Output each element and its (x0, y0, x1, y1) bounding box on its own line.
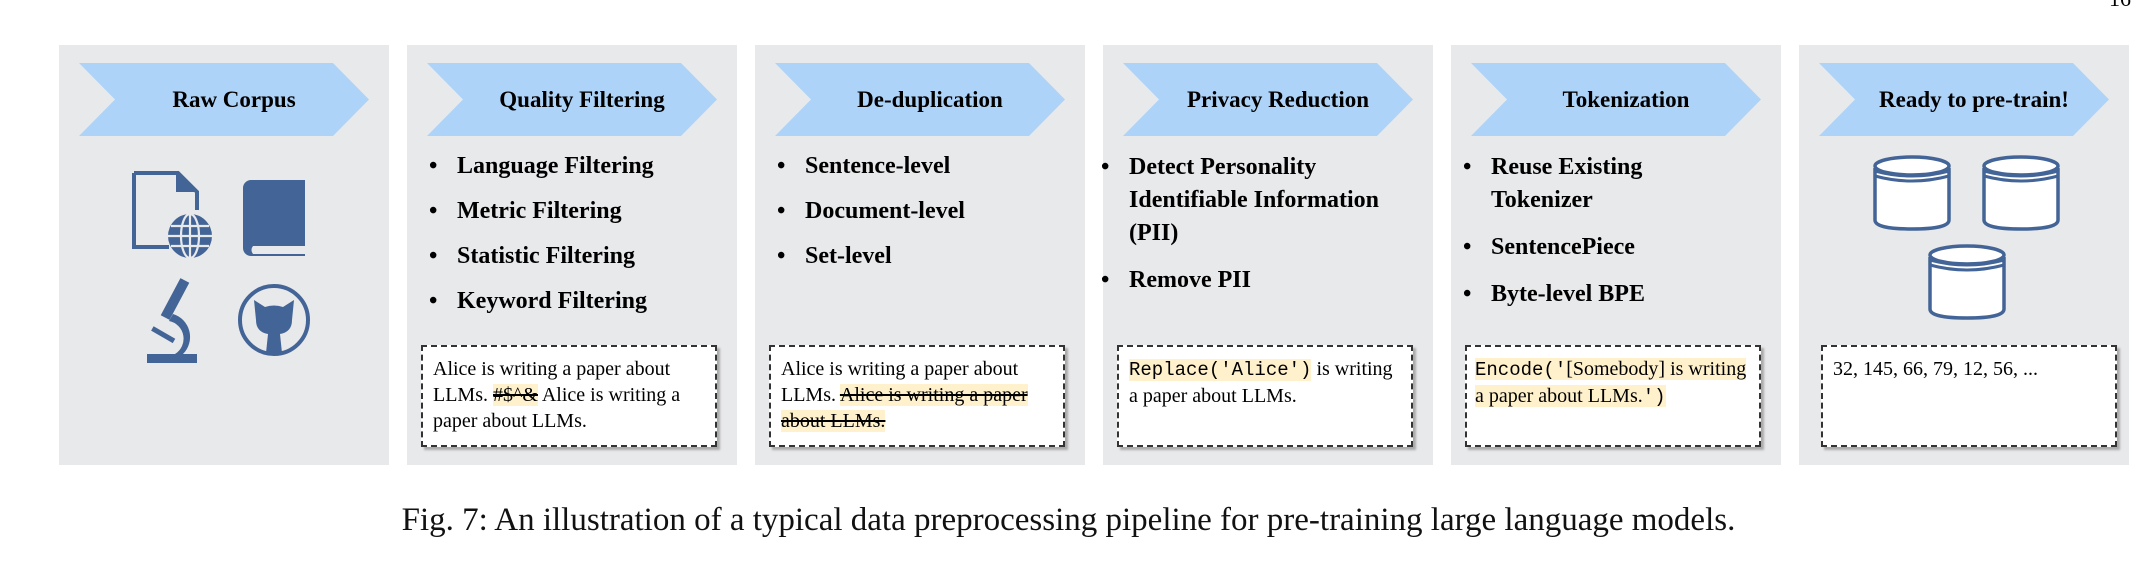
microscope-icon (147, 278, 197, 363)
stage-banner: Tokenization (1471, 63, 1761, 136)
stage-ready-to-pretrain: Ready to pre-train! 32, 145, 66, 79, 12,… (1799, 45, 2129, 465)
stage-tokenization: Tokenization Reuse Existing Tokenizer Se… (1451, 45, 1781, 465)
method-item: Language Filtering (419, 151, 654, 182)
method-item: Metric Filtering (419, 196, 654, 227)
method-item: Set-level (767, 241, 965, 272)
stage-title: Raw Corpus (172, 87, 296, 112)
stage-privacy-reduction: Privacy Reduction Detect Personality Ide… (1101, 45, 1433, 465)
stage-banner: Ready to pre-train! (1819, 63, 2109, 136)
database-icon (1928, 244, 2006, 320)
figure-caption: Fig. 7: An illustration of a typical dat… (401, 502, 1736, 538)
stage-de-duplication: De-duplication Sentence-level Document-l… (755, 45, 1085, 465)
replace-call: Replace('Alice') (1129, 359, 1312, 381)
example-box: Alice is writing a paper about LLMs. #$^… (421, 345, 717, 447)
method-item: Document-level (767, 196, 965, 227)
example-box: Alice is writing a paper about LLMs. Ali… (769, 345, 1065, 447)
web-document-icon (132, 171, 212, 260)
stage-quality-filtering: Quality Filtering Language Filtering Met… (407, 45, 737, 465)
example-box: 32, 145, 66, 79, 12, 56, ... (1821, 345, 2117, 447)
database-icon (1873, 155, 1951, 231)
token-ids: 32, 145, 66, 79, 12, 56, ... (1833, 358, 2038, 380)
example-box: Encode('[Somebody] is writing a paper ab… (1465, 345, 1761, 447)
method-list: Language Filtering Metric Filtering Stat… (419, 151, 654, 331)
method-item: SentencePiece (1453, 231, 1713, 264)
method-item: Statistic Filtering (419, 241, 654, 272)
stage-raw-corpus: Raw Corpus (59, 45, 389, 465)
database-icon (1982, 155, 2060, 231)
removed-noise: #$^& (493, 384, 538, 406)
method-item: Reuse Existing Tokenizer (1453, 151, 1713, 217)
stage-banner: De-duplication (775, 63, 1065, 136)
method-item: Keyword Filtering (419, 286, 654, 317)
book-icon (243, 180, 305, 256)
method-list: Detect Personality Identifiable Informat… (1091, 151, 1391, 311)
method-list: Reuse Existing Tokenizer SentencePiece B… (1453, 151, 1713, 325)
stage-title: Ready to pre-train! (1879, 87, 2069, 112)
github-icon (238, 284, 310, 356)
method-item: Byte-level BPE (1453, 278, 1713, 311)
page-number: 16 (2109, 0, 2131, 12)
stage-title: Tokenization (1562, 87, 1690, 112)
stage-title: Privacy Reduction (1186, 87, 1370, 112)
stage-title: De-duplication (857, 87, 1003, 112)
method-item: Detect Personality Identifiable Informat… (1091, 151, 1391, 250)
method-item: Remove PII (1091, 264, 1391, 297)
encode-call-close: ') (1642, 386, 1666, 408)
example-box: Replace('Alice') is writing a paper abou… (1117, 345, 1413, 447)
stage-title: Quality Filtering (499, 87, 665, 112)
stage-banner: Quality Filtering (427, 63, 717, 136)
stage-banner: Privacy Reduction (1123, 63, 1413, 136)
stage-banner: Raw Corpus (79, 63, 369, 136)
method-list: Sentence-level Document-level Set-level (767, 151, 965, 286)
method-item: Sentence-level (767, 151, 965, 182)
encode-call-open: Encode(' (1475, 359, 1567, 381)
